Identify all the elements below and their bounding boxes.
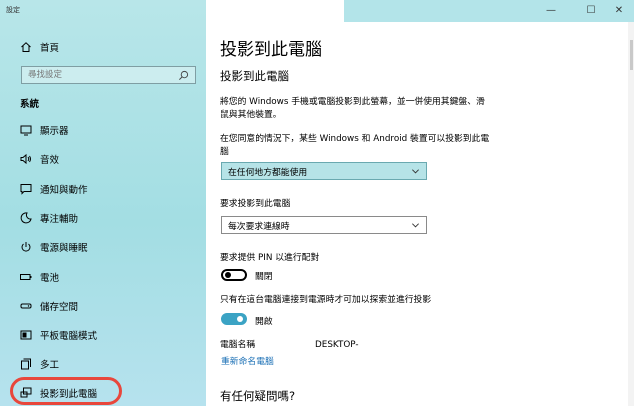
search-box[interactable]: [21, 66, 196, 84]
section-heading: 系統: [20, 99, 40, 110]
maximize-button[interactable]: ☐: [584, 4, 598, 18]
availability-value: 在任何地方都能使用: [228, 167, 308, 178]
toggle-knob: [225, 272, 231, 278]
monitor-icon: [20, 124, 32, 136]
ask-dropdown[interactable]: 每次要求連線時: [221, 216, 427, 234]
ask-label: 要求投影到此電腦: [220, 199, 291, 209]
sidebar-item-label: 電池: [40, 273, 60, 284]
multitask-icon: [20, 358, 32, 370]
sidebar: 設定 首頁 系統 顯示器 音效 通知與動作 專注: [0, 0, 206, 406]
sidebar-item-label: 電源與睡眠: [40, 243, 88, 254]
notification-icon: [20, 183, 32, 195]
toggle-knob: [237, 316, 243, 322]
page-title: 投影到此電腦: [220, 40, 322, 60]
title-bar: — ☐ ✕: [344, 0, 634, 22]
availability-label-line-2: 腦: [220, 147, 229, 157]
sidebar-item-label: 顯示器: [40, 126, 69, 137]
home-icon: [20, 41, 32, 53]
close-button[interactable]: ✕: [612, 4, 626, 18]
ask-value: 每次要求連線時: [228, 221, 290, 232]
sidebar-item-label: 專注輔助: [40, 214, 79, 225]
chevron-down-icon: [412, 169, 419, 174]
sidebar-item-storage[interactable]: 儲存空間: [0, 295, 206, 317]
storage-icon: [20, 300, 32, 312]
scrollbar[interactable]: [628, 22, 634, 406]
tablet-icon: [20, 329, 32, 341]
pin-label: 要求提供 PIN 以進行配對: [220, 253, 320, 263]
minimize-button[interactable]: —: [544, 4, 558, 18]
power-label: 只有在這台電腦連接到電源時才可加以探索並進行投影: [220, 295, 432, 305]
description-line-2: 鼠與其他裝置。: [220, 110, 282, 120]
battery-icon: [20, 271, 32, 283]
pin-toggle-state: 關閉: [255, 272, 273, 282]
moon-icon: [20, 212, 32, 224]
pc-name-value: DESKTOP-: [315, 340, 359, 350]
speaker-icon: [20, 153, 32, 165]
search-icon[interactable]: [178, 70, 189, 81]
sidebar-item-label: 儲存空間: [40, 302, 79, 313]
sidebar-item-display[interactable]: 顯示器: [0, 119, 206, 141]
pin-toggle[interactable]: [221, 269, 247, 281]
section-title: 投影到此電腦: [220, 69, 289, 83]
sidebar-item-label: 多工: [40, 360, 60, 371]
sidebar-item-sound[interactable]: 音效: [0, 148, 206, 170]
rename-pc-link[interactable]: 重新命名電腦: [221, 354, 274, 367]
availability-dropdown[interactable]: 在任何地方都能使用: [221, 162, 427, 180]
scrollbar-thumb[interactable]: [630, 40, 633, 70]
power-icon: [20, 241, 32, 253]
availability-label-line-1: 在您同意的情況下，某些 Windows 和 Android 裝置可以投影到此電: [220, 134, 490, 144]
power-toggle-state: 開啟: [255, 317, 273, 327]
pc-name-label: 電腦名稱: [220, 340, 256, 350]
search-input[interactable]: [22, 69, 180, 81]
sidebar-item-tablet-mode[interactable]: 平板電腦模式: [0, 324, 206, 346]
sidebar-item-label: 音效: [40, 155, 60, 166]
sidebar-item-power-sleep[interactable]: 電源與睡眠: [0, 236, 206, 258]
chevron-down-icon: [412, 223, 419, 228]
sidebar-item-battery[interactable]: 電池: [0, 266, 206, 288]
sidebar-item-home[interactable]: 首頁: [0, 36, 206, 58]
highlight-ring: [10, 377, 122, 405]
sidebar-item-notifications[interactable]: 通知與動作: [0, 178, 206, 200]
app-title: 設定: [6, 6, 20, 14]
power-toggle[interactable]: [221, 313, 247, 325]
description-line-1: 將您的 Windows 手機或電腦投影到此螢幕，並一併使用其鍵盤、滑: [220, 97, 485, 107]
sidebar-item-multitasking[interactable]: 多工: [0, 353, 206, 375]
sidebar-item-label: 首頁: [40, 43, 60, 54]
sidebar-item-label: 通知與動作: [40, 185, 88, 196]
sidebar-item-label: 平板電腦模式: [40, 331, 98, 342]
sidebar-item-focus-assist[interactable]: 專注輔助: [0, 207, 206, 229]
faq-heading: 有任何疑問嗎?: [220, 389, 296, 403]
